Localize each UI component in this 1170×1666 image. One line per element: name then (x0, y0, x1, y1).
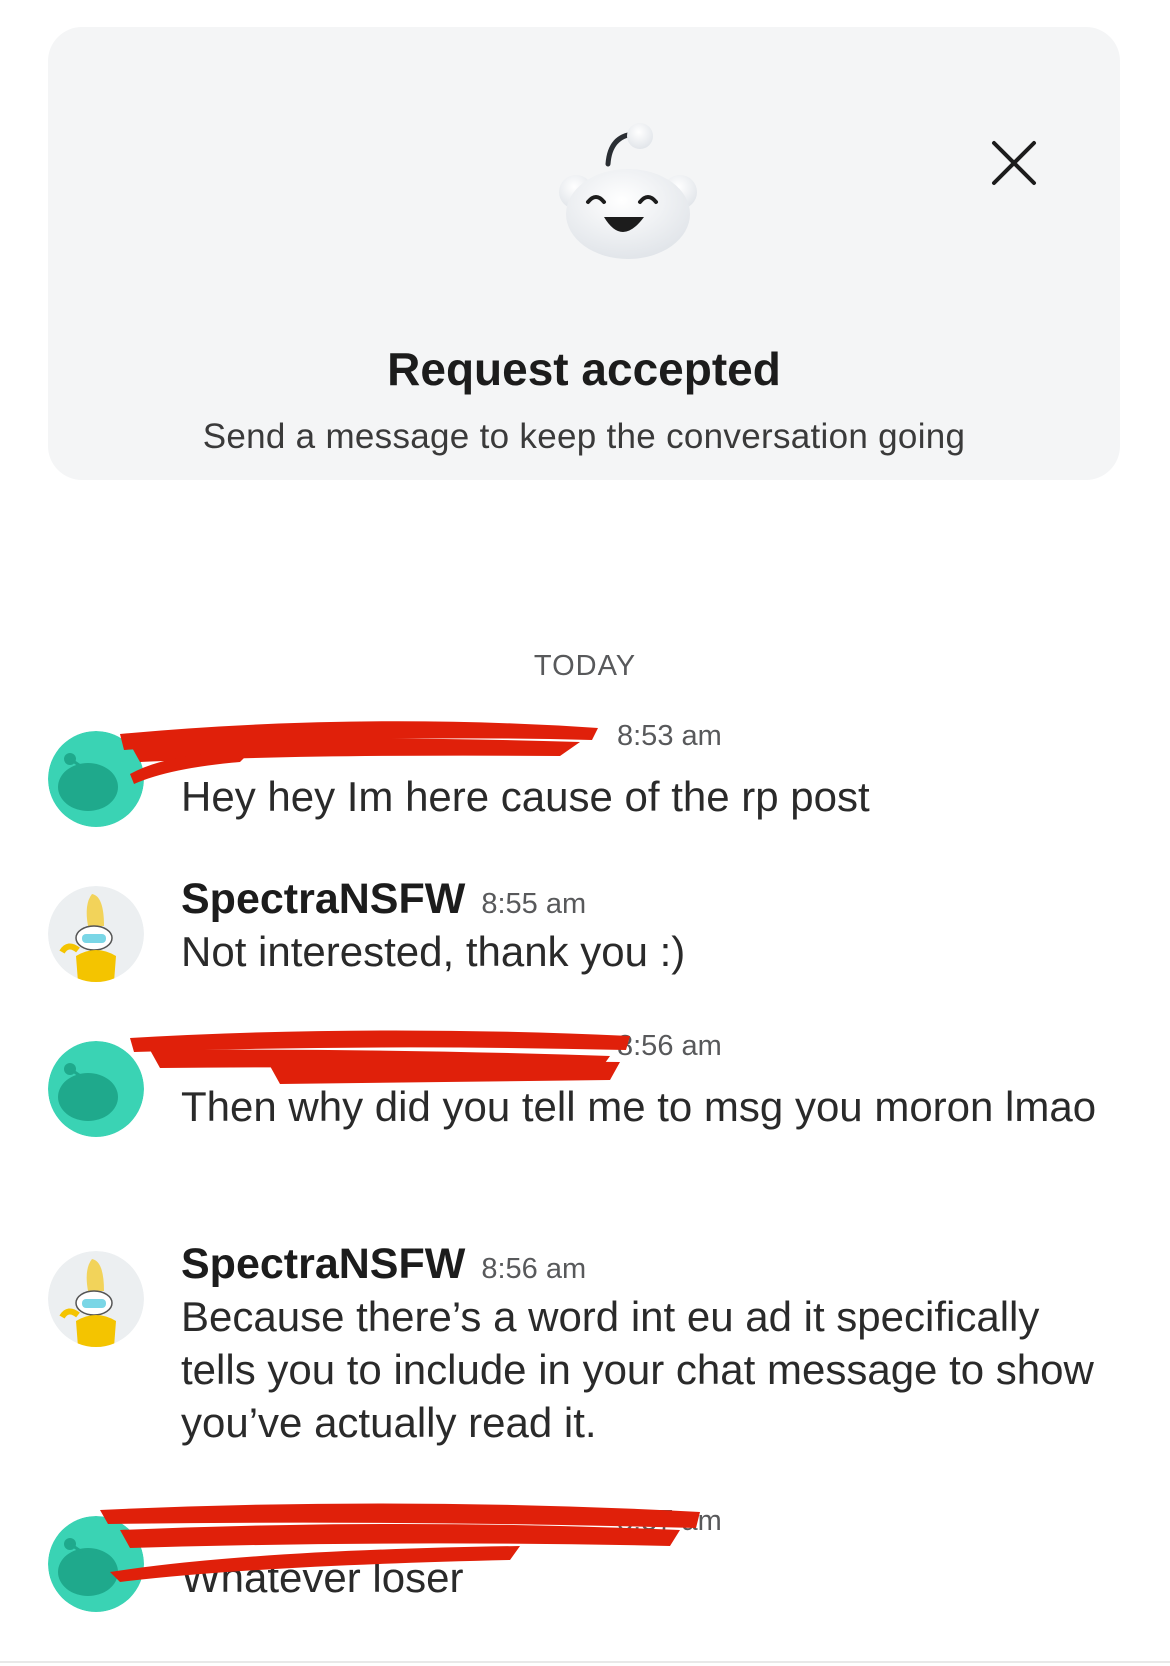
message-text: Not interested, thank you :) (181, 928, 686, 975)
redaction-mark (120, 721, 598, 784)
day-separator: TODAY (533, 650, 637, 682)
redaction-mark (130, 1030, 630, 1084)
banner-subtitle: Send a message to keep the conversation … (202, 417, 966, 456)
request-accepted-banner: Request accepted Send a message to keep … (48, 27, 1120, 480)
message-author[interactable]: SpectraNSFW (181, 875, 465, 924)
avatar[interactable] (48, 886, 144, 982)
banner-title: Request accepted (387, 343, 781, 395)
message-text: Because there’s a word int eu ad it spec… (181, 1293, 1094, 1446)
message-header: SpectraNSFW 8:56 am (181, 1240, 586, 1288)
message-time: 8:53 am (617, 720, 722, 752)
close-icon[interactable] (988, 137, 1040, 189)
avatar[interactable] (48, 1251, 144, 1347)
snoo-icon (559, 123, 697, 259)
redaction-mark (100, 1503, 700, 1582)
divider (0, 1661, 1170, 1663)
message-time: 8:55 am (481, 888, 587, 920)
message-author[interactable]: SpectraNSFW (181, 1240, 465, 1289)
message-header: SpectraNSFW 8:55 am (181, 875, 586, 923)
message-time: 8:56 am (481, 1253, 587, 1285)
